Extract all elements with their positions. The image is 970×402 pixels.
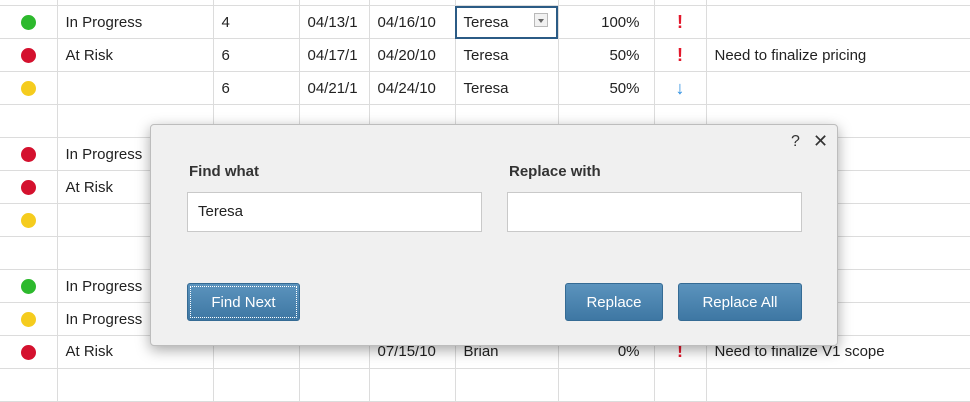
- status-cell[interactable]: [56, 367, 214, 402]
- flag-cell[interactable]: ↓: [653, 71, 707, 106]
- table-row[interactable]: [0, 367, 970, 402]
- down-arrow-icon: ↓: [675, 77, 685, 98]
- status-indicator-icon: [20, 279, 36, 295]
- end-date-text: 04/16/10: [377, 13, 436, 31]
- status-indicator-icon: [20, 180, 36, 196]
- percent-complete-cell[interactable]: 50%: [557, 38, 655, 73]
- comment-cell[interactable]: [705, 367, 970, 402]
- status-dot[interactable]: [0, 71, 58, 106]
- start-date-cell[interactable]: 04/21/1: [298, 71, 370, 106]
- status-dot[interactable]: [0, 335, 58, 369]
- comment-cell[interactable]: Need to finalize pricing: [705, 38, 970, 73]
- table-row[interactable]: In Progress 4 04/13/1 04/16/10 Teresa 100%!: [0, 5, 970, 40]
- percent-complete-cell[interactable]: 50%: [557, 71, 655, 106]
- status-cell[interactable]: [56, 71, 214, 106]
- flag-cell[interactable]: !: [653, 5, 707, 40]
- status-indicator-icon: [20, 345, 36, 361]
- status-text: In Progress: [65, 277, 143, 295]
- status-indicator-icon: [20, 48, 36, 64]
- status-text: In Progress: [65, 13, 143, 31]
- start-date-cell[interactable]: 04/17/1: [298, 38, 370, 73]
- start-date-text: 04/13/1: [307, 13, 358, 31]
- find-next-button[interactable]: Find Next: [187, 283, 300, 321]
- end-date-cell[interactable]: [368, 367, 456, 402]
- status-text: At Risk: [65, 46, 114, 64]
- percent-complete-cell[interactable]: [557, 367, 655, 402]
- find-replace-dialog: ? ✕ Find what Teresa Replace with Find N…: [150, 124, 838, 346]
- percent-complete-cell[interactable]: 100%: [557, 5, 655, 40]
- help-icon[interactable]: ?: [791, 133, 800, 151]
- find-what-input[interactable]: Teresa: [187, 192, 482, 232]
- status-indicator-icon: [20, 81, 36, 97]
- comment-text: Need to finalize V1 scope: [714, 343, 885, 361]
- replace-button[interactable]: Replace: [565, 283, 663, 321]
- status-text: In Progress: [65, 145, 143, 163]
- percent-complete-text: 50%: [609, 79, 640, 97]
- status-dot[interactable]: [0, 203, 58, 238]
- status-dot[interactable]: [0, 236, 58, 271]
- end-date-text: 04/20/10: [377, 46, 436, 64]
- owner-text: Teresa: [463, 79, 509, 97]
- replace-with-label: Replace with: [509, 163, 601, 180]
- owner-text: Brian: [463, 343, 499, 361]
- count-text: 6: [221, 46, 230, 64]
- status-dot[interactable]: [0, 104, 58, 139]
- count-cell[interactable]: 6: [212, 38, 300, 73]
- owner-dropdown-icon[interactable]: [533, 13, 548, 28]
- owner-cell[interactable]: Teresa: [454, 5, 559, 40]
- count-cell[interactable]: [212, 367, 300, 402]
- count-cell[interactable]: 4: [212, 5, 300, 40]
- status-text: In Progress: [65, 310, 143, 328]
- status-dot[interactable]: [0, 367, 58, 402]
- count-text: 4: [221, 13, 230, 31]
- status-indicator-icon: [20, 213, 36, 229]
- status-dot[interactable]: [0, 302, 58, 336]
- status-dot[interactable]: [0, 269, 58, 304]
- exclamation-icon: !: [677, 11, 683, 32]
- end-date-text: 07/15/10: [377, 343, 436, 361]
- percent-complete-text: 0%: [617, 343, 640, 361]
- owner-cell[interactable]: Teresa: [454, 38, 559, 73]
- comment-text: Need to finalize pricing: [714, 46, 867, 64]
- replace-with-input[interactable]: [507, 192, 802, 232]
- status-dot[interactable]: [0, 137, 58, 172]
- end-date-cell[interactable]: 04/24/10: [368, 71, 456, 106]
- status-indicator-icon: [20, 312, 36, 328]
- percent-complete-text: 50%: [609, 46, 640, 64]
- exclamation-icon: !: [677, 44, 683, 65]
- status-cell[interactable]: At Risk: [56, 38, 214, 73]
- status-text: At Risk: [65, 178, 114, 196]
- table-row[interactable]: 6 04/21/1 04/24/10 Teresa 50% ↓: [0, 71, 970, 106]
- percent-complete-text: 100%: [601, 13, 640, 31]
- end-date-text: 04/24/10: [377, 79, 436, 97]
- status-indicator-icon: [20, 15, 36, 31]
- status-dot[interactable]: [0, 38, 58, 73]
- comment-cell[interactable]: [705, 5, 970, 40]
- start-date-cell[interactable]: [298, 367, 370, 402]
- close-icon[interactable]: ✕: [813, 131, 828, 152]
- flag-cell[interactable]: [653, 367, 707, 402]
- comment-cell[interactable]: [705, 71, 970, 106]
- end-date-cell[interactable]: 04/16/10: [368, 5, 456, 40]
- status-cell[interactable]: In Progress: [56, 5, 214, 40]
- status-indicator-icon: [20, 147, 36, 163]
- owner-cell[interactable]: Teresa: [454, 71, 559, 106]
- owner-cell[interactable]: [454, 367, 559, 402]
- replace-all-button[interactable]: Replace All: [678, 283, 802, 321]
- count-cell[interactable]: 6: [212, 71, 300, 106]
- start-date-text: 04/21/1: [307, 79, 358, 97]
- find-what-label: Find what: [189, 163, 259, 180]
- start-date-cell[interactable]: 04/13/1: [298, 5, 370, 40]
- flag-cell[interactable]: !: [653, 38, 707, 73]
- count-text: 6: [221, 79, 230, 97]
- status-dot[interactable]: [0, 170, 58, 205]
- fill-handle[interactable]: [555, 36, 557, 38]
- owner-text: Teresa: [463, 46, 509, 64]
- start-date-text: 04/17/1: [307, 46, 358, 64]
- end-date-cell[interactable]: 04/20/10: [368, 38, 456, 73]
- status-dot[interactable]: [0, 5, 58, 40]
- status-text: At Risk: [65, 343, 114, 361]
- table-row[interactable]: At Risk 6 04/17/1 04/20/10 Teresa 50%! Need to…: [0, 38, 970, 73]
- owner-text: Teresa: [463, 13, 509, 31]
